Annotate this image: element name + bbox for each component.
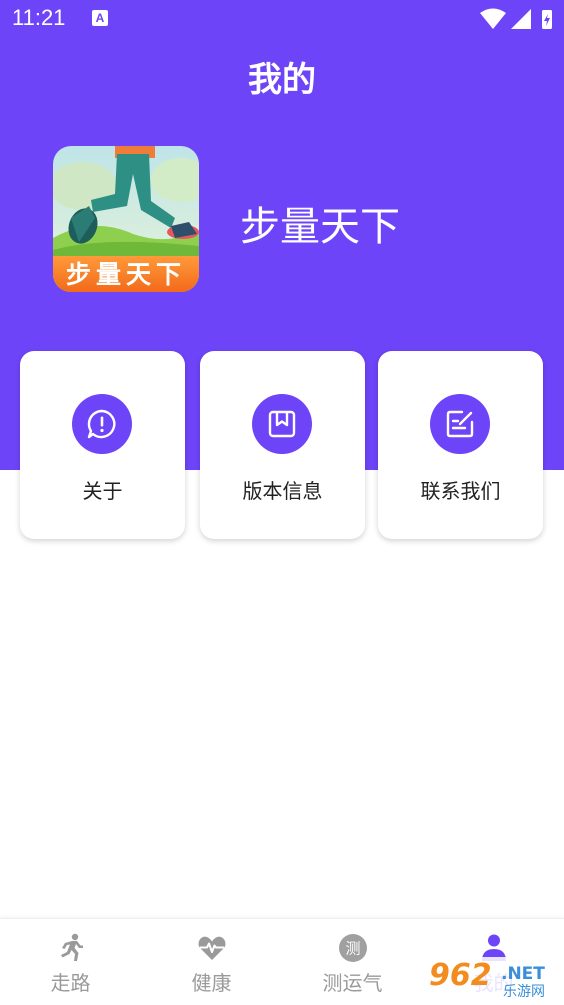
alert-icon [72, 394, 132, 454]
version-info-card[interactable]: 版本信息 [200, 351, 365, 539]
heartbeat-icon [198, 936, 226, 960]
fortune-icon-text: 测 [345, 940, 360, 958]
wifi-icon [480, 8, 506, 29]
app-name: 步量天下 [240, 204, 400, 250]
watermark-number: 962 [429, 958, 492, 993]
nav-label-fortune: 测运气 [322, 971, 383, 995]
nav-label-health: 健康 [191, 971, 232, 995]
nav-item-walk[interactable]: 走路 [0, 919, 141, 1005]
version-info-card-label: 版本信息 [242, 479, 323, 503]
notification-icon: A [92, 10, 108, 26]
runner-icon [61, 933, 83, 961]
watermark-logo: 962 .NET 乐游网 [425, 957, 560, 1000]
signal-icon [511, 9, 531, 29]
app-logo-text: 步量天下 [66, 260, 186, 289]
status-icons [480, 8, 552, 29]
fortune-icon: 测 [339, 934, 367, 962]
contact-us-card[interactable]: 联系我们 [378, 351, 543, 539]
status-time: 11:21 [12, 5, 66, 30]
about-card[interactable]: 关于 [20, 351, 185, 539]
bookmark-book-icon [252, 394, 312, 454]
status-bar: 11:21 A [0, 0, 564, 38]
page-title: 我的 [248, 60, 316, 100]
contact-us-card-label: 联系我们 [420, 479, 501, 503]
about-card-label: 关于 [82, 479, 123, 503]
nav-item-health[interactable]: 健康 [141, 919, 282, 1005]
watermark-site: 乐游网 [503, 984, 545, 1000]
nav-label-walk: 走路 [50, 971, 91, 995]
app-logo: 步量天下 [53, 146, 199, 292]
watermark-net: .NET [501, 964, 545, 984]
edit-note-icon [430, 394, 490, 454]
nav-item-fortune[interactable]: 测 测运气 [282, 919, 423, 1005]
